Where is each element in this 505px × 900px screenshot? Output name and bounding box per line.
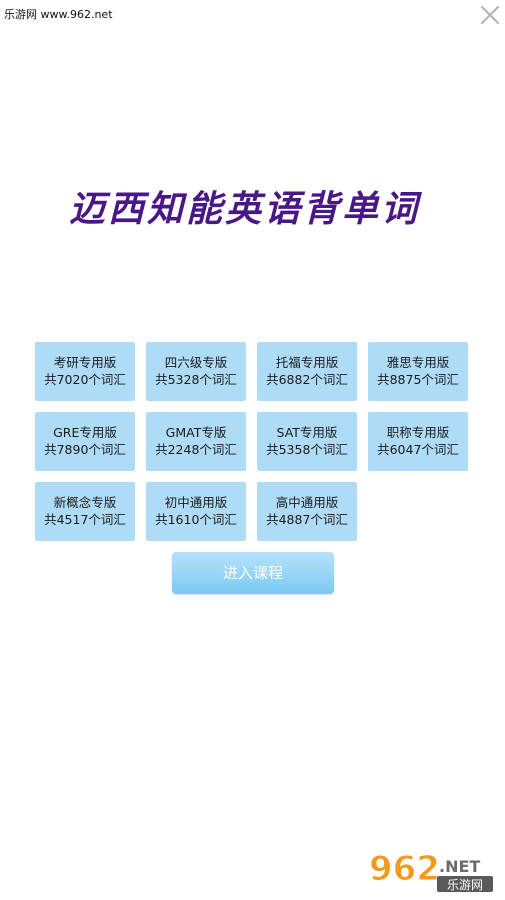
version-name: 雅思专用版 <box>386 355 450 370</box>
version-button-new-concept[interactable]: 新概念专版 共4517个词汇 <box>35 482 135 541</box>
version-count: 共2248个词汇 <box>155 442 237 457</box>
version-button-ielts[interactable]: 雅思专用版 共8875个词汇 <box>368 342 468 401</box>
svg-text:.NET: .NET <box>439 857 480 876</box>
version-count: 共1610个词汇 <box>155 512 237 527</box>
version-name: 初中通用版 <box>164 495 228 510</box>
version-button-gre[interactable]: GRE专用版 共7890个词汇 <box>35 412 135 471</box>
version-button-kaoyan[interactable]: 考研专用版 共7020个词汇 <box>35 342 135 401</box>
version-button-toefl[interactable]: 托福专用版 共6882个词汇 <box>257 342 357 401</box>
version-count: 共6882个词汇 <box>266 372 348 387</box>
app-title: 迈西知能英语背单词 <box>68 188 420 230</box>
version-count: 共5328个词汇 <box>155 372 237 387</box>
version-name: 职称专用版 <box>386 425 450 440</box>
version-name: 托福专用版 <box>275 355 339 370</box>
version-count: 共5358个词汇 <box>266 442 348 457</box>
version-name: 新概念专版 <box>53 495 117 510</box>
app-screen: 乐游网 www.962.net 迈西知能英语背单词 考研专用版 共7020个词汇… <box>0 0 505 900</box>
close-icon <box>480 5 500 25</box>
watermark-text: 乐游网 www.962.net <box>4 8 113 21</box>
svg-text:乐游网: 乐游网 <box>447 878 483 892</box>
version-name: GRE专用版 <box>53 425 117 440</box>
version-button-senior-high[interactable]: 高中通用版 共4887个词汇 <box>257 482 357 541</box>
version-count: 共4517个词汇 <box>44 512 126 527</box>
version-button-junior-high[interactable]: 初中通用版 共1610个词汇 <box>146 482 246 541</box>
version-count: 共4887个词汇 <box>266 512 348 527</box>
version-button-gmat[interactable]: GMAT专版 共2248个词汇 <box>146 412 246 471</box>
version-name: 高中通用版 <box>275 495 339 510</box>
version-count: 共7890个词汇 <box>44 442 126 457</box>
version-button-zhicheng[interactable]: 职称专用版 共6047个词汇 <box>368 412 468 471</box>
version-name: SAT专用版 <box>276 425 338 440</box>
version-count: 共8875个词汇 <box>377 372 459 387</box>
version-button-cet[interactable]: 四六级专版 共5328个词汇 <box>146 342 246 401</box>
site-logo: 962 .NET 乐游网 <box>369 849 493 892</box>
version-count: 共7020个词汇 <box>44 372 126 387</box>
version-button-sat[interactable]: SAT专用版 共5358个词汇 <box>257 412 357 471</box>
version-count: 共6047个词汇 <box>377 442 459 457</box>
close-button[interactable] <box>479 4 501 26</box>
svg-text:962: 962 <box>369 849 440 889</box>
enter-course-button[interactable]: 进入课程 <box>172 552 334 594</box>
version-name: GMAT专版 <box>165 425 227 440</box>
version-name: 四六级专版 <box>164 355 228 370</box>
version-name: 考研专用版 <box>53 355 117 370</box>
